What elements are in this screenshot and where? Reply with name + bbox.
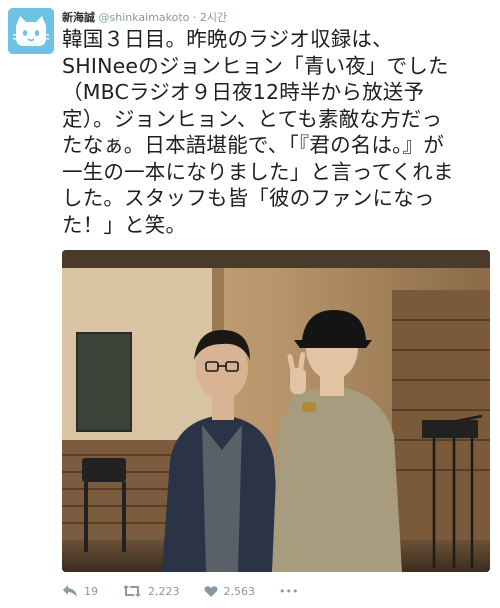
cat-face-icon: [8, 8, 54, 54]
tweet-text: 韓国３日目。昨晩のラジオ収録は、 SHINeeのジョンヒョン「青い夜」でした （…: [62, 26, 490, 238]
tweet-text-line: 定）。ジョンヒョン、とても素敵な方だっ: [62, 106, 443, 131]
tweet-text-line: 一生の一本になりました」と言ってくれま: [62, 159, 454, 184]
tweet-actions: 19 2,223 2,563 •••: [62, 580, 298, 602]
tweet-text-line: 韓国３日目。昨晩のラジオ収録は、: [62, 27, 393, 51]
heart-icon: [204, 585, 217, 597]
studio-photo: [62, 250, 490, 572]
retweet-icon: [123, 585, 141, 597]
avatar[interactable]: [8, 8, 54, 54]
tweet-text-line: た！」と笑。: [62, 212, 187, 237]
tweet-header: 新海誠 @shinkaimakoto · 2시간: [62, 10, 227, 26]
more-options-button[interactable]: •••: [279, 585, 298, 598]
retweet-count: 2,223: [148, 584, 180, 598]
tweet-photo[interactable]: [62, 250, 490, 572]
tweet-text-line: SHINeeのジョンヒョン「青い夜」でした: [62, 53, 449, 78]
author-name[interactable]: 新海誠: [62, 11, 95, 24]
timestamp[interactable]: 2시간: [200, 11, 227, 24]
reply-button[interactable]: 19: [62, 584, 98, 598]
like-count: 2,563: [223, 584, 256, 598]
reply-icon: [63, 585, 77, 597]
retweet-button[interactable]: 2,223: [122, 584, 180, 598]
reply-count: 19: [84, 584, 98, 598]
separator-dot: ·: [192, 11, 197, 24]
tweet-text-line: （MBCラジオ９日夜12時半から放送予: [62, 80, 425, 104]
tweet-text-line: たなぁ。日本語堪能で、「『君の名は。』が: [62, 133, 445, 157]
author-handle[interactable]: @shinkaimakoto: [99, 11, 190, 24]
more-icon: •••: [279, 584, 299, 598]
tweet-text-line: した。スタッフも皆「彼のファンになっ: [62, 186, 435, 210]
like-button[interactable]: 2,563: [204, 584, 256, 598]
